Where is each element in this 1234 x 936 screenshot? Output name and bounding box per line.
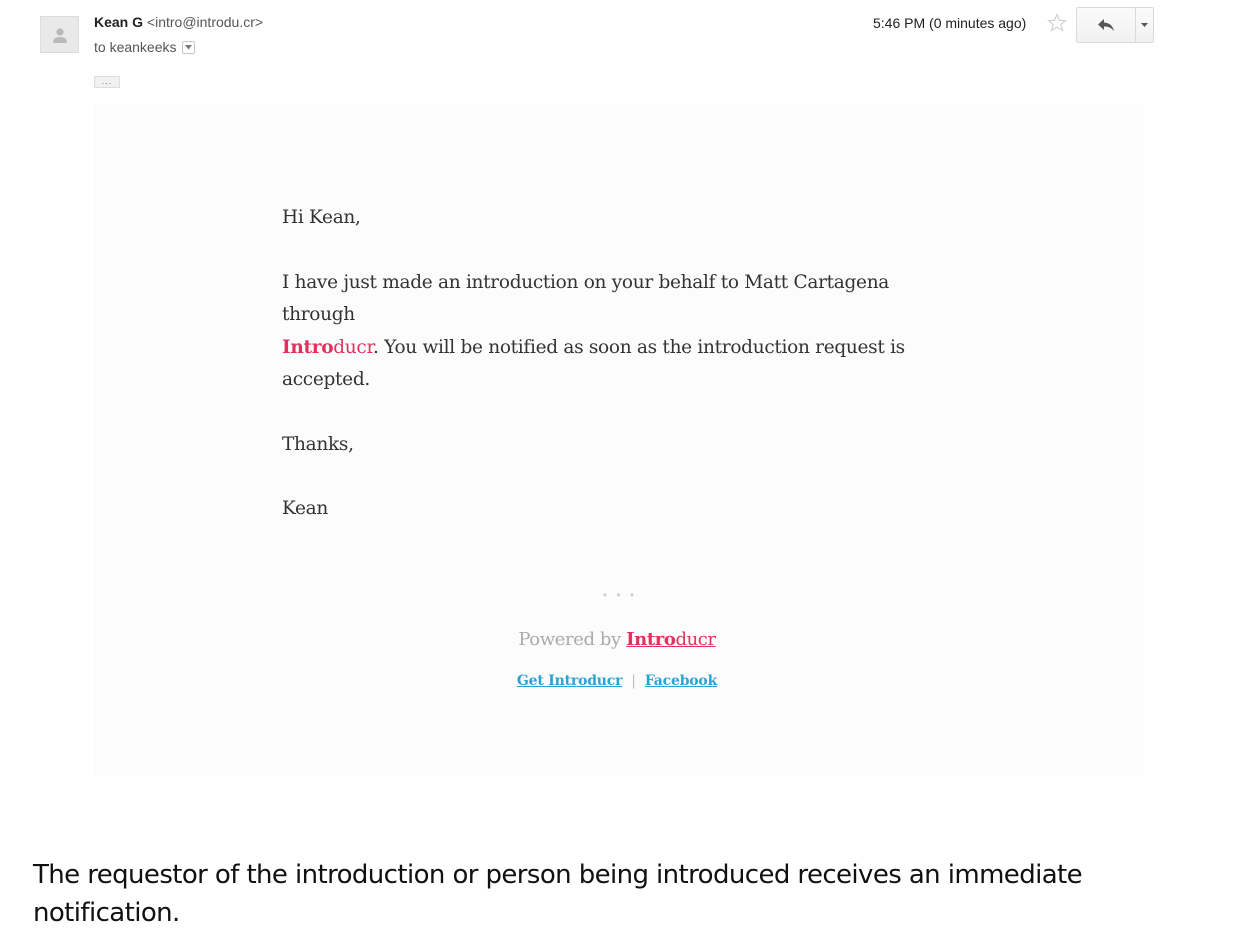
greeting: Hi Kean, bbox=[282, 207, 361, 228]
caret-down-icon bbox=[184, 44, 192, 49]
email-body: Hi Kean, I have just made an introductio… bbox=[282, 202, 962, 526]
powered-by-text: Powered by bbox=[518, 629, 621, 650]
footer-divider: • • • bbox=[602, 588, 638, 602]
brand-name-ducr: ducr bbox=[333, 336, 373, 358]
signature: Kean bbox=[282, 498, 329, 519]
sender-name[interactable]: Kean G bbox=[94, 14, 143, 30]
paragraph-text-end: . You will be notified as soon as the in… bbox=[282, 336, 905, 391]
reply-icon bbox=[1098, 19, 1114, 31]
intro-paragraph: I have just made an introduction on your… bbox=[282, 267, 962, 397]
caption-text: The requestor of the introduction or per… bbox=[33, 860, 1083, 928]
footer-links: Get Introducr | Facebook bbox=[0, 673, 1234, 689]
reply-button-group bbox=[1076, 7, 1154, 43]
more-actions-button[interactable] bbox=[1136, 8, 1153, 42]
facebook-link[interactable]: Facebook bbox=[645, 673, 717, 689]
powered-by-brand-link[interactable]: Introducr bbox=[626, 629, 716, 650]
person-icon bbox=[52, 27, 67, 43]
reply-button[interactable] bbox=[1077, 8, 1136, 42]
recipient-text: to keankeeks bbox=[94, 39, 177, 55]
link-separator: | bbox=[631, 673, 636, 689]
sender-email: <intro@introdu.cr> bbox=[146, 14, 264, 30]
get-introducr-link[interactable]: Get Introducr bbox=[517, 673, 623, 689]
sign-off: Thanks, bbox=[282, 433, 354, 455]
powered-by: Powered by Introducr bbox=[0, 629, 1234, 650]
brand-name-intro: Intro bbox=[282, 336, 334, 358]
timestamp: 5:46 PM (0 minutes ago) bbox=[873, 15, 1027, 31]
show-trimmed-content-button[interactable]: ... bbox=[94, 76, 120, 88]
caret-down-icon bbox=[1141, 23, 1148, 27]
sender-avatar[interactable] bbox=[40, 16, 79, 53]
sender-line: Kean G <intro@introdu.cr> bbox=[94, 14, 263, 30]
show-details-button[interactable] bbox=[181, 40, 195, 54]
recipient-line: to keankeeks bbox=[94, 39, 195, 55]
paragraph-text-start: I have just made an introduction on your… bbox=[282, 271, 890, 326]
star-icon[interactable] bbox=[1047, 13, 1067, 33]
